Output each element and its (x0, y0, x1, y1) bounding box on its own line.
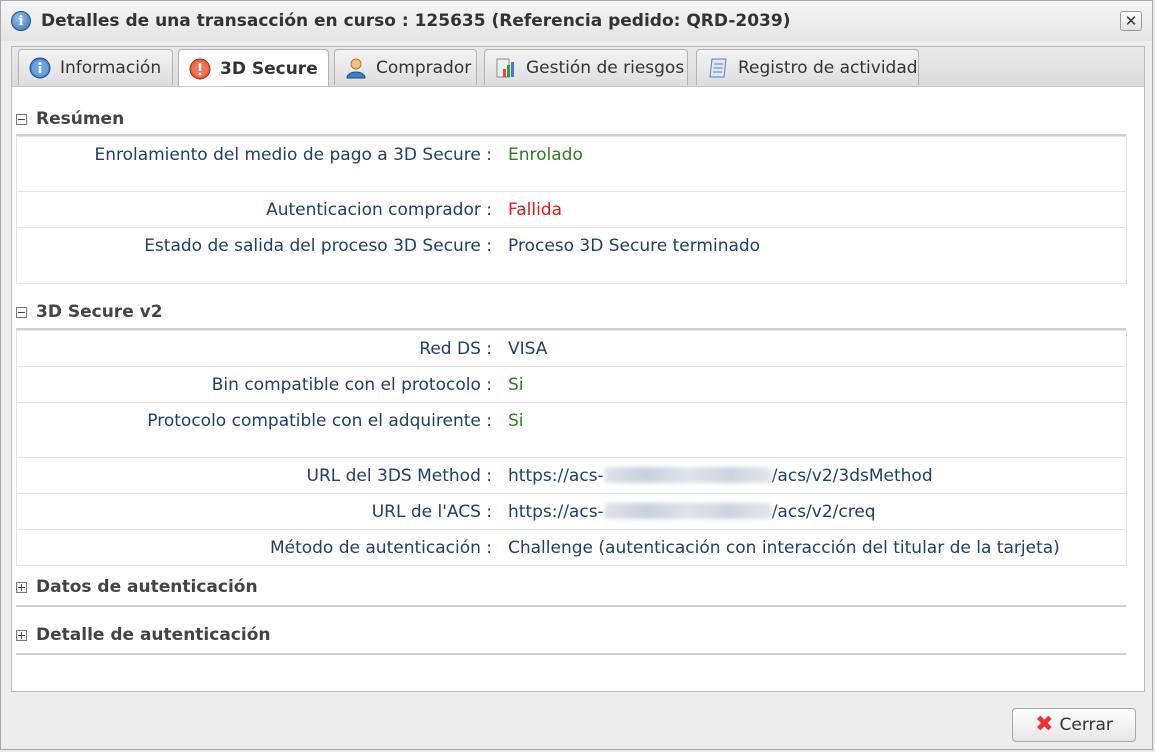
section-header-detalle-autenticacion[interactable]: Detalle de autenticación (16, 622, 270, 648)
chart-icon (495, 57, 517, 79)
url-prefix: https://acs- (508, 466, 604, 486)
row-value: Si (499, 366, 1127, 403)
row-label: URL del 3DS Method : (16, 457, 499, 494)
section-header-3d-secure-v2[interactable]: 3D Secure v2 (16, 299, 163, 325)
row-label: Autenticacion comprador : (16, 191, 499, 228)
tab-bar: Información 3D Secure Comprador Gestión … (11, 46, 1145, 87)
row-value: https://acs- /acs/v2/3dsMethod (499, 457, 1127, 494)
tab-informacion[interactable]: Información (18, 49, 173, 85)
url-suffix: /acs/v2/3dsMethod (771, 466, 933, 486)
tab-content-3d-secure: Resúmen Enrolamiento del medio de pago a… (11, 86, 1145, 692)
table-row: URL del 3DS Method : https://acs- /acs/v2… (16, 457, 1127, 494)
redacted-host (603, 503, 772, 519)
row-label: Red DS : (16, 330, 499, 367)
row-label: URL de l'ACS : (16, 493, 499, 530)
row-label: Protocolo compatible con el adquirente : (16, 402, 499, 458)
table-row: Autenticacion comprador : Fallida (16, 191, 1127, 228)
row-value: Enrolado (499, 136, 1127, 192)
tab-label: Registro de actividad (738, 57, 918, 78)
close-icon: ✖ (1035, 712, 1054, 737)
row-value: VISA (499, 330, 1127, 367)
dialog-title: Detalles de una transacción en curso : 1… (41, 11, 791, 31)
section-title: 3D Secure v2 (36, 302, 163, 322)
table-row: Bin compatible con el protocolo : Si (16, 366, 1127, 403)
expand-icon[interactable] (16, 629, 27, 641)
info-icon: i (11, 11, 31, 31)
user-icon (345, 57, 367, 79)
row-value: Challenge (autenticación con interacción… (499, 529, 1127, 566)
section-title: Resúmen (36, 109, 125, 129)
section-header-resumen[interactable]: Resúmen (16, 106, 124, 132)
button-label: Cerrar (1059, 715, 1113, 735)
section-divider (16, 605, 1126, 607)
section-title: Detalle de autenticación (36, 625, 271, 645)
row-label: Enrolamiento del medio de pago a 3D Secu… (16, 136, 499, 192)
3ds-v2-table: Red DS : VISA Bin compatible con el prot… (16, 330, 1127, 566)
tab-label: 3D Secure (220, 58, 318, 79)
document-icon (707, 57, 729, 79)
info-icon (29, 57, 51, 79)
expand-icon[interactable] (16, 581, 27, 593)
collapse-icon[interactable] (16, 113, 27, 125)
row-value: Proceso 3D Secure terminado (499, 227, 1127, 284)
row-label: Estado de salida del proceso 3D Secure : (16, 227, 499, 284)
resumen-table: Enrolamiento del medio de pago a 3D Secu… (16, 136, 1127, 284)
alert-icon (189, 58, 211, 80)
row-value: https://acs- /acs/v2/creq (499, 493, 1127, 530)
dialog-titlebar: i Detalles de una transacción en curso :… (1, 1, 1152, 41)
tab-label: Comprador (376, 57, 472, 78)
table-row: Enrolamiento del medio de pago a 3D Secu… (16, 136, 1127, 192)
redacted-host (603, 467, 772, 483)
section-divider (16, 653, 1126, 655)
table-row: Estado de salida del proceso 3D Secure :… (16, 227, 1127, 284)
table-row: Protocolo compatible con el adquirente :… (16, 402, 1127, 458)
section-title: Datos de autenticación (36, 577, 258, 597)
close-icon[interactable]: ✕ (1120, 11, 1142, 31)
tab-gestion-riesgos[interactable]: Gestión de riesgos (484, 49, 688, 85)
row-value: Fallida (499, 191, 1127, 228)
section-header-datos-autenticacion[interactable]: Datos de autenticación (16, 574, 258, 600)
tab-label: Información (60, 57, 162, 78)
transaction-details-dialog: i Detalles de una transacción en curso :… (0, 0, 1153, 750)
url-suffix: /acs/v2/creq (771, 502, 876, 522)
tab-comprador[interactable]: Comprador (334, 49, 477, 85)
tab-registro-actividad[interactable]: Registro de actividad (696, 49, 919, 85)
table-row: Método de autenticación : Challenge (aut… (16, 529, 1127, 566)
cerrar-button[interactable]: ✖ Cerrar (1012, 708, 1136, 742)
table-row: URL de l'ACS : https://acs- /acs/v2/creq (16, 493, 1127, 530)
tab-3d-secure[interactable]: 3D Secure (178, 49, 329, 87)
url-prefix: https://acs- (508, 502, 604, 522)
row-label: Método de autenticación : (16, 529, 499, 566)
row-label: Bin compatible con el protocolo : (16, 366, 499, 403)
table-row: Red DS : VISA (16, 330, 1127, 367)
collapse-icon[interactable] (16, 306, 27, 318)
row-value: Si (499, 402, 1127, 458)
tab-label: Gestión de riesgos (526, 57, 685, 78)
